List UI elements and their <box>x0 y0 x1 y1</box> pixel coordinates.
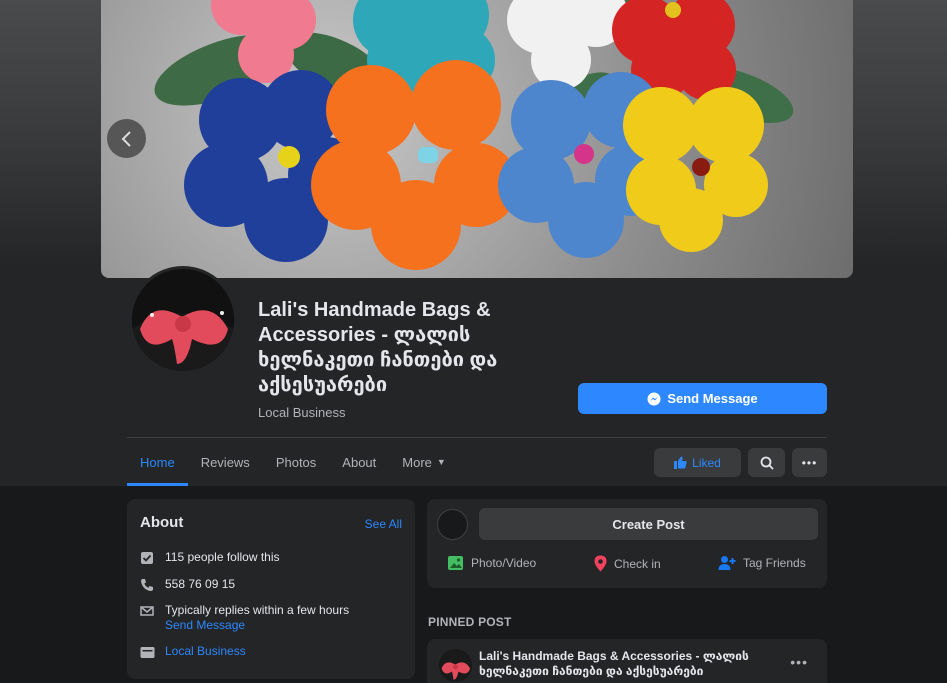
post-author-avatar[interactable] <box>439 649 472 682</box>
tab-home-label: Home <box>140 454 175 470</box>
page-category: Local Business <box>258 405 346 420</box>
cover-prev-button[interactable] <box>107 119 146 158</box>
about-category: Local Business <box>139 644 246 660</box>
tab-about[interactable]: About <box>329 439 389 485</box>
create-post-button[interactable]: Create Post <box>479 508 818 540</box>
search-button[interactable] <box>748 448 785 477</box>
category-icon <box>139 644 155 660</box>
category-link[interactable]: Local Business <box>165 644 246 658</box>
about-send-message-link[interactable]: Send Message <box>165 618 349 633</box>
photo-icon <box>448 556 463 570</box>
replies-block: Typically replies within a few hours Sen… <box>165 603 349 633</box>
more-dots-icon: ••• <box>801 455 818 470</box>
about-heading: About <box>140 514 184 531</box>
composer-avatar <box>437 509 468 540</box>
tab-photos[interactable]: Photos <box>263 439 329 485</box>
post-more-options-icon[interactable]: ••• <box>790 654 808 670</box>
tab-more-label: More <box>402 454 432 470</box>
caret-down-icon: ▼ <box>436 457 446 467</box>
pinned-post-label: PINNED POST <box>428 615 512 629</box>
replies-text: Typically replies within a few hours <box>165 603 350 617</box>
followers-text: 115 people follow this <box>165 550 280 564</box>
location-pin-icon <box>594 555 607 572</box>
tab-reviews-label: Reviews <box>200 454 250 470</box>
about-phone: 558 76 09 15 <box>139 577 235 593</box>
send-message-button[interactable]: Send Message <box>578 383 827 414</box>
page-title: Lali's Handmade Bags & Accessories - ლალ… <box>258 299 498 396</box>
chevron-left-icon <box>121 130 131 147</box>
check-in-button[interactable]: Check in <box>594 555 661 572</box>
liked-button[interactable]: Liked <box>654 448 741 477</box>
about-replies: Typically replies within a few hours Sen… <box>139 603 349 633</box>
pinned-post-card: Lali's Handmade Bags & Accessories - ლალ… <box>427 639 827 683</box>
more-options-button[interactable]: ••• <box>792 448 827 477</box>
tab-photos-label: Photos <box>275 454 317 470</box>
messenger-icon <box>647 392 661 405</box>
photo-video-button[interactable]: Photo/Video <box>447 555 536 571</box>
tab-more[interactable]: More ▼ <box>389 439 459 485</box>
phone-text: 558 76 09 15 <box>165 577 236 591</box>
thumbs-up-icon <box>674 456 687 469</box>
liked-label: Liked <box>692 455 721 470</box>
post-author-name[interactable]: Lali's Handmade Bags & Accessories - ლალ… <box>479 649 749 679</box>
tab-home[interactable]: Home <box>127 439 188 486</box>
tag-friends-icon <box>718 556 736 570</box>
tag-friends-label: Tag Friends <box>743 556 806 570</box>
tag-friends-button[interactable]: Tag Friends <box>718 555 806 571</box>
create-post-card: Create Post Photo/Video Check in Tag Fri… <box>427 499 827 588</box>
photo-video-label: Photo/Video <box>471 556 537 570</box>
tab-about-label: About <box>342 454 377 470</box>
page-avatar[interactable] <box>129 266 237 374</box>
checkbox-icon <box>139 550 155 566</box>
about-followers: 115 people follow this <box>139 550 280 566</box>
check-in-label: Check in <box>614 556 661 571</box>
about-card: About See All 115 people follow this 558… <box>127 499 415 679</box>
send-message-label: Send Message <box>667 391 758 406</box>
page-tabs: Home Reviews Photos About More ▼ <box>127 439 459 486</box>
cover-photo[interactable] <box>101 0 853 278</box>
message-icon <box>139 603 155 619</box>
search-icon <box>760 456 774 470</box>
phone-icon <box>139 577 155 593</box>
header-divider <box>127 437 827 438</box>
tab-reviews[interactable]: Reviews <box>188 439 263 485</box>
about-see-all-link[interactable]: See All <box>365 517 402 531</box>
